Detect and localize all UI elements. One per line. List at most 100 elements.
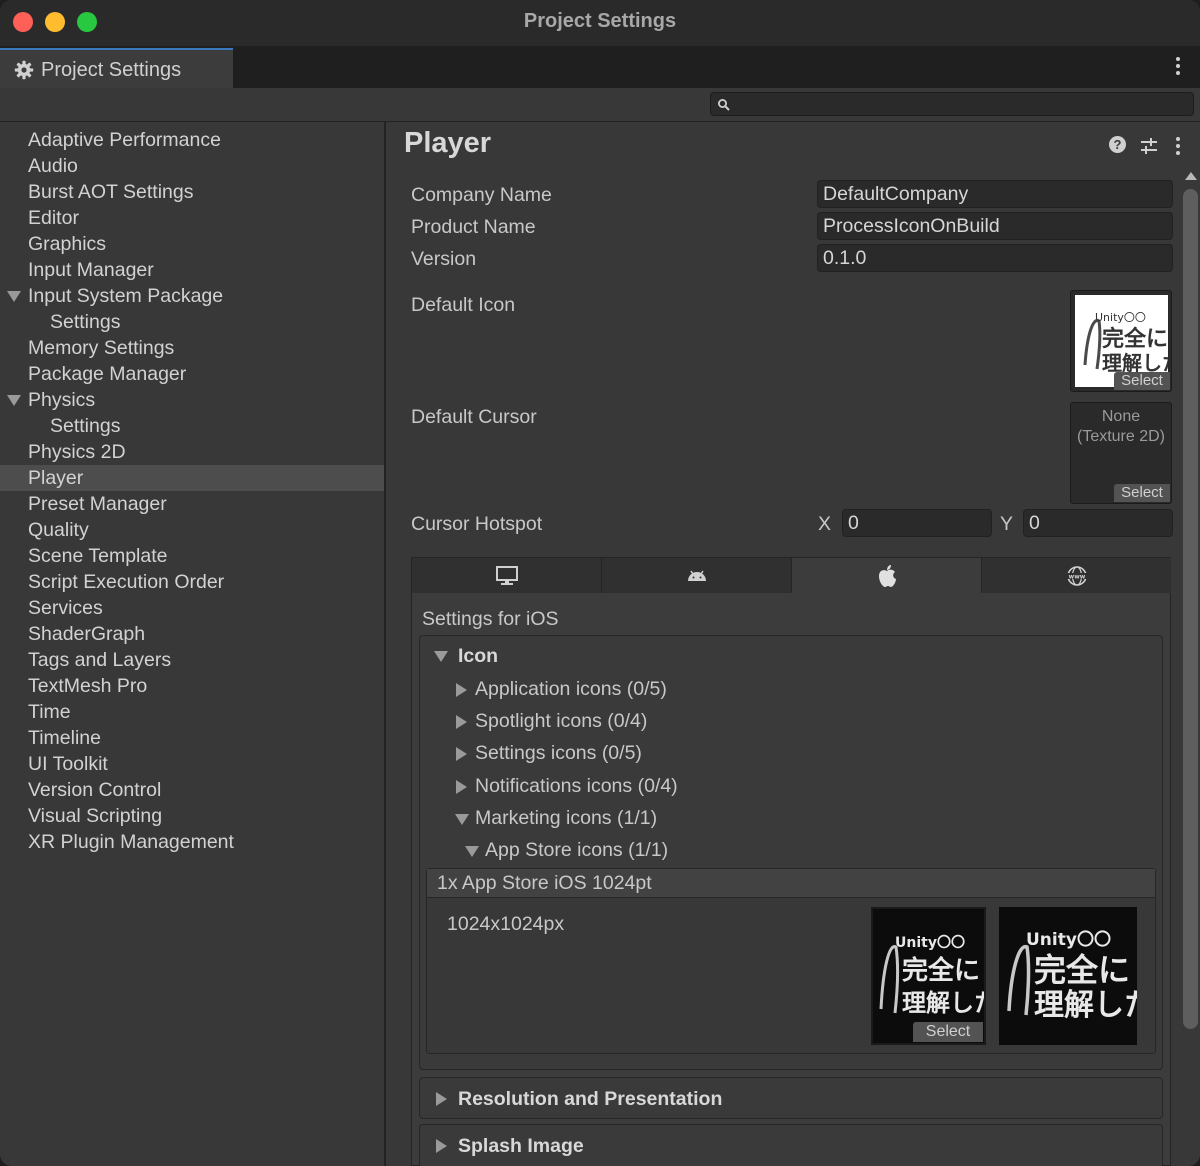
- vertical-scrollbar[interactable]: [1182, 170, 1200, 1166]
- tab-desktop[interactable]: [412, 558, 602, 593]
- tab-bar: Project Settings: [0, 46, 1200, 88]
- panel-menu-icon[interactable]: [1176, 137, 1182, 158]
- sidebar-item-textmesh-pro[interactable]: TextMesh Pro: [0, 673, 384, 699]
- default-cursor-label: Default Cursor: [411, 406, 537, 428]
- svg-text:完全に: 完全に: [1034, 951, 1130, 989]
- sidebar-item-shadergraph[interactable]: ShaderGraph: [0, 621, 384, 647]
- marketing-icons-row[interactable]: Marketing icons (1/1): [475, 807, 657, 830]
- default-icon-select-button[interactable]: Select: [1114, 372, 1170, 390]
- splash-section-title[interactable]: Splash Image: [458, 1135, 584, 1158]
- product-name-label: Product Name: [411, 216, 536, 238]
- sidebar-item-preset-manager[interactable]: Preset Manager: [0, 491, 384, 517]
- foldout-collapsed-icon[interactable]: [456, 683, 467, 697]
- sidebar-item-visual-scripting[interactable]: Visual Scripting: [0, 803, 384, 829]
- sidebar-item-physics-2d[interactable]: Physics 2D: [0, 439, 384, 465]
- cursor-none-text: None (Texture 2D): [1076, 408, 1166, 445]
- settings-icons-row[interactable]: Settings icons (0/5): [475, 742, 642, 765]
- player-settings-panel: Player ? Company Name DefaultCompany Pro…: [388, 122, 1200, 1166]
- resolution-section-title[interactable]: Resolution and Presentation: [458, 1088, 722, 1111]
- header-icons: ?: [1100, 136, 1190, 156]
- sidebar-item-xr-plugin-management[interactable]: XR Plugin Management: [0, 829, 384, 855]
- sidebar-item-editor[interactable]: Editor: [0, 205, 384, 231]
- company-name-field[interactable]: DefaultCompany: [817, 180, 1173, 208]
- default-icon-field[interactable]: Unity〇〇 完全に 理解した Select: [1070, 290, 1172, 392]
- hotspot-y-label: Y: [1000, 513, 1014, 535]
- sidebar-item-player[interactable]: Player: [0, 465, 384, 491]
- project-settings-window: Project Settings Project Settings Adapti…: [0, 0, 1200, 1166]
- svg-text:Unity〇〇: Unity〇〇: [1095, 311, 1146, 324]
- window-title: Project Settings: [523, 10, 677, 32]
- hotspot-x-label: X: [818, 513, 832, 535]
- default-cursor-field[interactable]: None (Texture 2D) Select: [1070, 402, 1172, 504]
- sidebar-item-physics-settings[interactable]: Settings: [0, 413, 384, 439]
- icon-section: Icon Application icons (0/5) Spotlight i…: [419, 635, 1163, 1070]
- ios-settings-title: Settings for iOS: [422, 608, 559, 630]
- foldout-collapsed-icon[interactable]: [436, 1139, 447, 1153]
- desktop-icon: [495, 565, 518, 585]
- tab-menu-icon[interactable]: [1176, 57, 1182, 78]
- icon-resolution-label: 1024x1024px: [447, 913, 565, 935]
- foldout-collapsed-icon[interactable]: [456, 780, 467, 794]
- tab-android[interactable]: [602, 558, 792, 593]
- preset-sliders-icon[interactable]: [1140, 137, 1158, 161]
- webgl-icon: www: [1065, 565, 1088, 586]
- search-input[interactable]: [710, 92, 1194, 116]
- sidebar-item-script-execution-order[interactable]: Script Execution Order: [0, 569, 384, 595]
- foldout-collapsed-icon[interactable]: [456, 747, 467, 761]
- default-cursor-select-button[interactable]: Select: [1114, 484, 1170, 502]
- application-icons-row[interactable]: Application icons (0/5): [475, 678, 667, 701]
- sidebar-item-package-manager[interactable]: Package Manager: [0, 361, 384, 387]
- title-bar: Project Settings: [0, 0, 1200, 46]
- tab-ios[interactable]: [792, 558, 982, 593]
- icon-section-title[interactable]: Icon: [458, 645, 498, 668]
- sidebar-item-physics[interactable]: Physics: [0, 387, 384, 413]
- notifications-icons-row[interactable]: Notifications icons (0/4): [475, 775, 678, 798]
- sidebar-item-burst-aot-settings[interactable]: Burst AOT Settings: [0, 179, 384, 205]
- foldout-expanded-icon[interactable]: [7, 395, 21, 406]
- icon-foldout-expanded-icon[interactable]: [434, 651, 448, 662]
- android-icon: [687, 570, 706, 581]
- svg-text:完全に: 完全に: [1102, 326, 1168, 352]
- tab-webgl[interactable]: www: [982, 558, 1171, 593]
- app-store-icon-field[interactable]: Unity〇〇 完全に 理解した Select: [871, 907, 986, 1045]
- hotspot-y-field[interactable]: 0: [1023, 509, 1173, 537]
- resolution-section[interactable]: Resolution and Presentation: [419, 1077, 1163, 1119]
- splash-section[interactable]: Splash Image: [419, 1124, 1163, 1166]
- sidebar-item-services[interactable]: Services: [0, 595, 384, 621]
- gear-icon: [14, 60, 34, 86]
- tab-project-settings[interactable]: Project Settings: [0, 48, 233, 88]
- version-field[interactable]: 0.1.0: [817, 244, 1173, 272]
- sidebar-item-adaptive-performance[interactable]: Adaptive Performance: [0, 127, 384, 153]
- scroll-up-arrow-icon[interactable]: [1185, 172, 1197, 180]
- sidebar-item-ui-toolkit[interactable]: UI Toolkit: [0, 751, 384, 777]
- page-title: Player: [404, 127, 492, 159]
- sidebar-item-timeline[interactable]: Timeline: [0, 725, 384, 751]
- app-store-icons-row[interactable]: App Store icons (1/1): [485, 839, 668, 862]
- sidebar-item-time[interactable]: Time: [0, 699, 384, 725]
- help-icon[interactable]: ?: [1109, 136, 1126, 153]
- sidebar-item-input-system-package[interactable]: Input System Package: [0, 283, 384, 309]
- foldout-expanded-icon[interactable]: [455, 814, 469, 825]
- foldout-expanded-icon[interactable]: [465, 846, 479, 857]
- sidebar-item-audio[interactable]: Audio: [0, 153, 384, 179]
- settings-sidebar: Adaptive Performance Audio Burst AOT Set…: [0, 122, 386, 1166]
- sidebar-item-input-system-settings[interactable]: Settings: [0, 309, 384, 335]
- foldout-collapsed-icon[interactable]: [436, 1092, 447, 1106]
- app-store-icon-select-button[interactable]: Select: [913, 1022, 983, 1042]
- product-name-field[interactable]: ProcessIconOnBuild: [817, 212, 1173, 240]
- sidebar-item-graphics[interactable]: Graphics: [0, 231, 384, 257]
- sidebar-item-scene-template[interactable]: Scene Template: [0, 543, 384, 569]
- spotlight-icons-row[interactable]: Spotlight icons (0/4): [475, 710, 647, 733]
- foldout-collapsed-icon[interactable]: [456, 715, 467, 729]
- sidebar-item-tags-and-layers[interactable]: Tags and Layers: [0, 647, 384, 673]
- hotspot-x-field[interactable]: 0: [842, 509, 992, 537]
- app-store-icon-slot: 1x App Store iOS 1024pt 1024x1024px Unit…: [426, 868, 1156, 1054]
- scroll-thumb[interactable]: [1183, 189, 1198, 1029]
- sidebar-item-memory-settings[interactable]: Memory Settings: [0, 335, 384, 361]
- foldout-expanded-icon[interactable]: [7, 291, 21, 302]
- sidebar-item-input-manager[interactable]: Input Manager: [0, 257, 384, 283]
- sidebar-item-quality[interactable]: Quality: [0, 517, 384, 543]
- app-store-preview-image: Unity〇〇 完全に 理解した: [999, 907, 1137, 1045]
- sidebar-item-version-control[interactable]: Version Control: [0, 777, 384, 803]
- svg-text:理解した: 理解した: [1034, 988, 1137, 1023]
